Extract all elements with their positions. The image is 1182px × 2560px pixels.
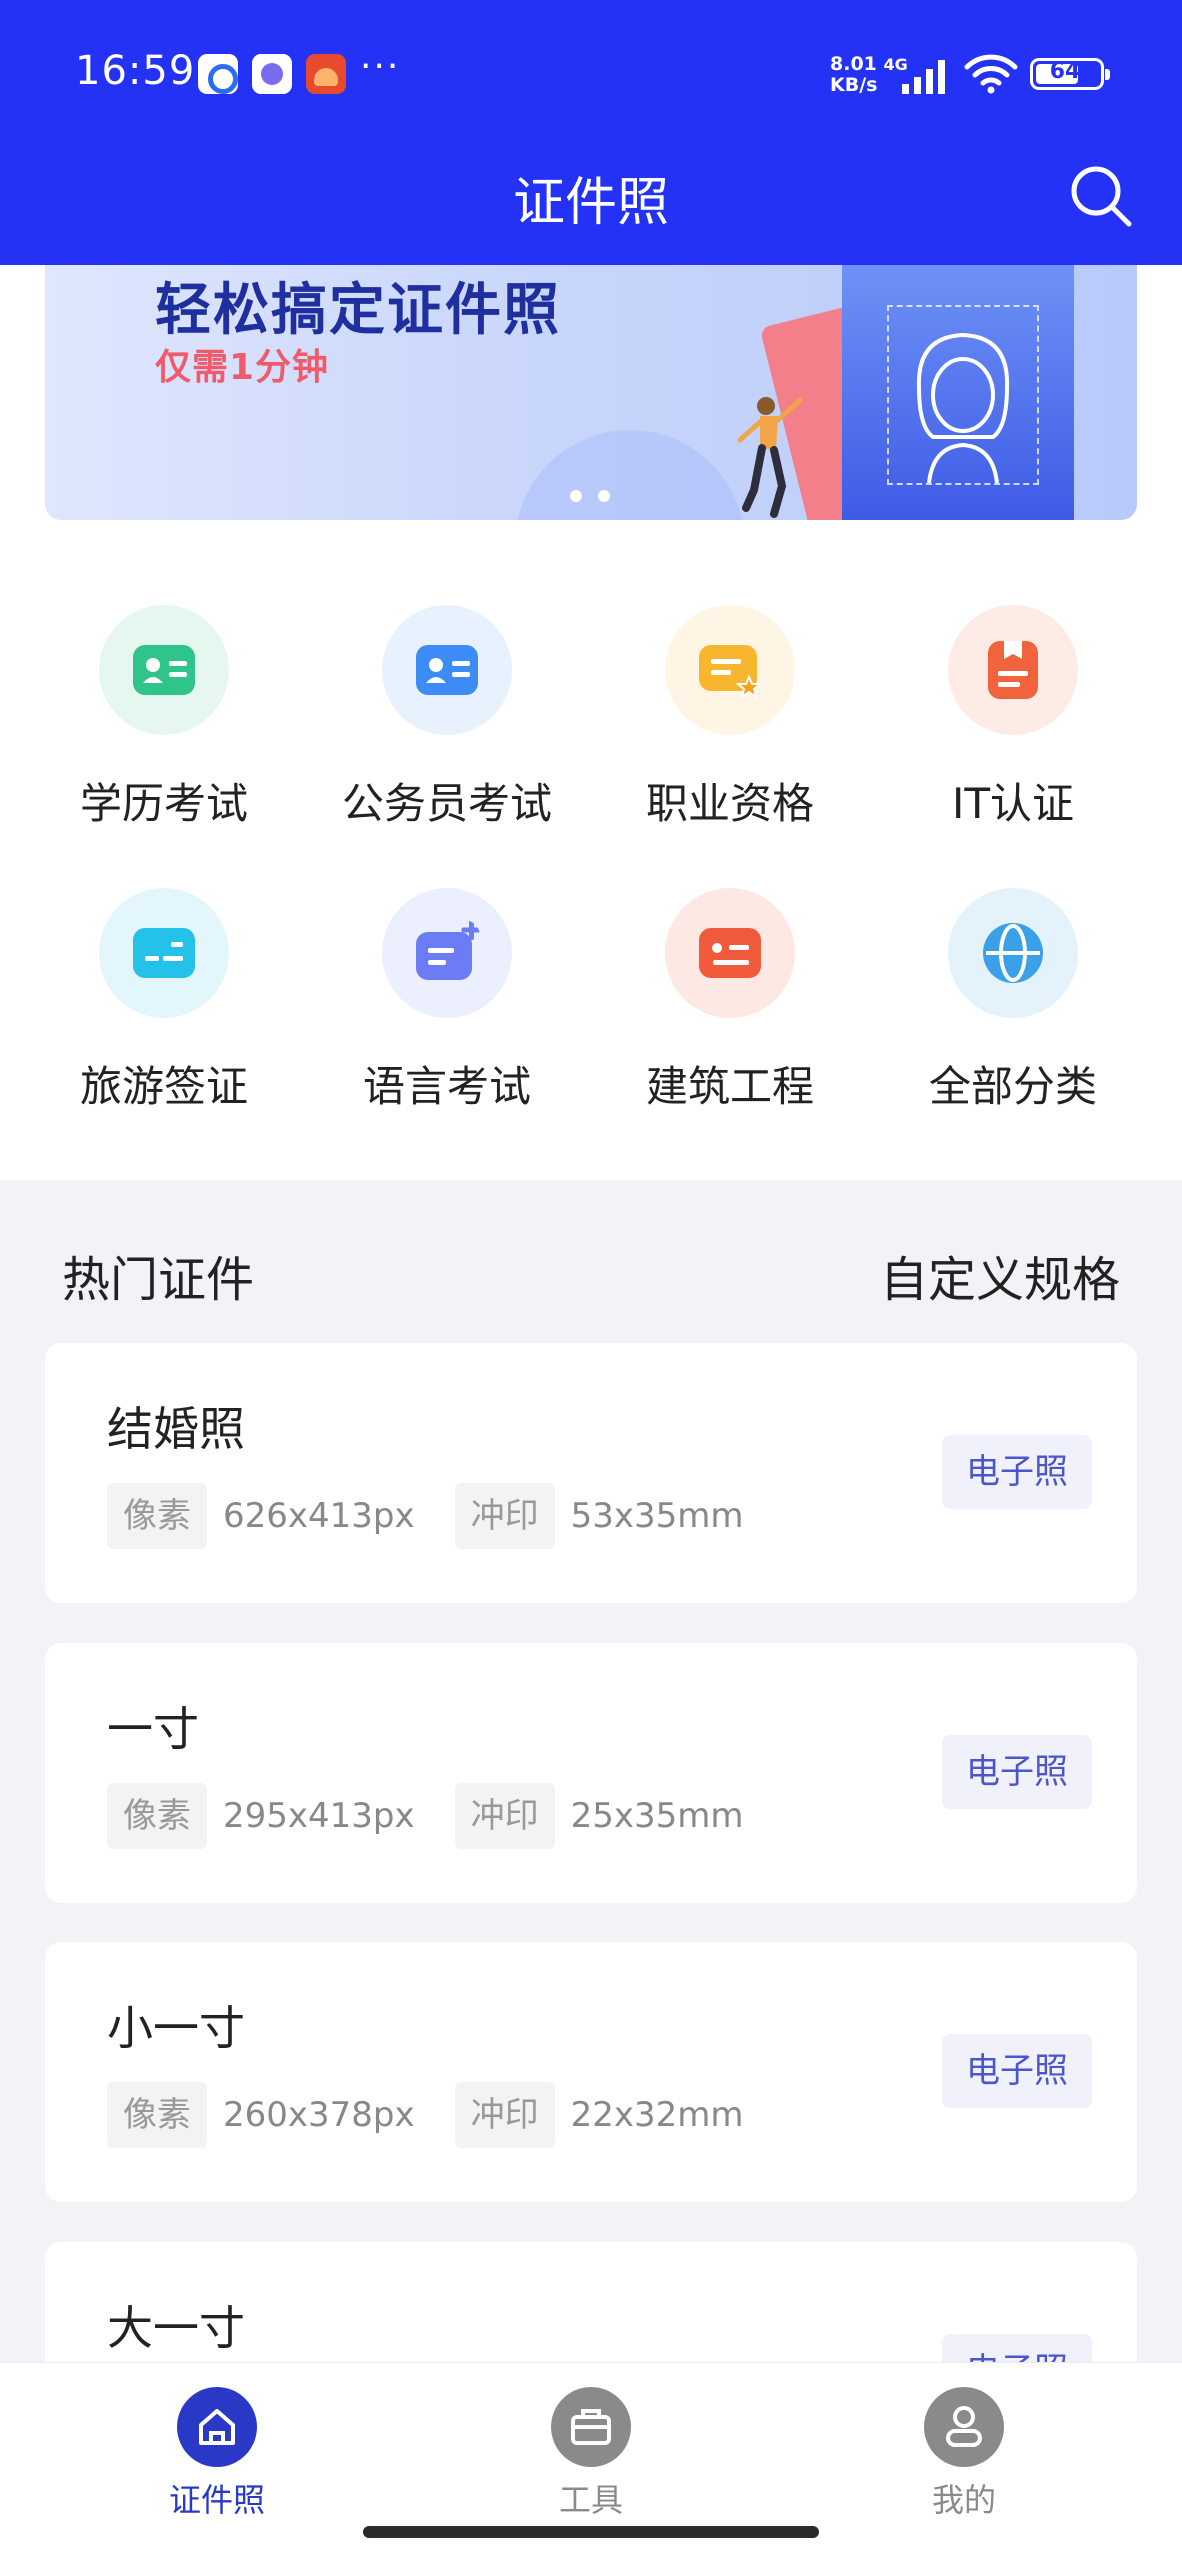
portrait-icon <box>916 332 1010 484</box>
category-item-civil-service[interactable]: 公务员考试 <box>322 605 572 845</box>
category-label: 公务员考试 <box>341 779 552 828</box>
status-bar: 16:59 ··· 8.01 4G KB/s 64 <box>0 0 1182 150</box>
banner-title: 轻松搞定证件照 <box>155 278 561 343</box>
spec-name: 小一寸 <box>107 2001 245 2055</box>
nav-item-mine[interactable]: 我的 <box>874 2377 1054 2527</box>
carousel-dot[interactable] <box>598 490 610 502</box>
status-time: 16:59 <box>75 48 196 94</box>
pixel-tag: 像素 <box>107 2082 207 2148</box>
digital-photo-button[interactable]: 电子照 <box>942 2034 1092 2108</box>
category-item-it-cert[interactable]: IT认证 <box>888 605 1138 845</box>
signal-icon <box>902 60 945 94</box>
id-card-icon <box>699 928 761 978</box>
banner-subtitle: 仅需1分钟 <box>155 347 330 388</box>
user-icon <box>946 2406 982 2447</box>
custom-size-button[interactable]: 自定义规格 <box>880 1240 1120 1310</box>
notification-app-icon <box>306 54 346 94</box>
notification-app-icon <box>198 54 238 94</box>
category-label: 建筑工程 <box>645 1062 814 1111</box>
spec-card[interactable]: 一寸 像素 295x413px 冲印 25x35mm 电子照 <box>45 1643 1137 1903</box>
digital-photo-button[interactable]: 电子照 <box>942 1435 1092 1509</box>
spec-details: 像素 295x413px 冲印 25x35mm <box>107 1783 784 1849</box>
category-item-professional[interactable]: 职业资格 <box>605 605 855 845</box>
category-label: 学历考试 <box>79 779 248 828</box>
category-label: 语言考试 <box>362 1062 531 1111</box>
nav-icon-bg <box>551 2387 631 2467</box>
id-card-icon <box>133 645 195 695</box>
category-label: 旅游签证 <box>79 1062 248 1111</box>
print-tag: 冲印 <box>454 2082 555 2148</box>
globe-icon <box>983 923 1043 983</box>
spec-card[interactable]: 小一寸 像素 260x378px 冲印 22x32mm 电子照 <box>45 1942 1137 2202</box>
spec-name: 一寸 <box>107 1702 199 1756</box>
category-item-language[interactable]: 语言考试 <box>322 888 572 1128</box>
print-value: 53x35mm <box>570 1496 744 1536</box>
pixel-tag: 像素 <box>107 1783 207 1849</box>
pixel-tag: 像素 <box>107 1483 207 1549</box>
print-tag: 冲印 <box>454 1483 555 1549</box>
battery-level: 64 <box>1049 59 1081 84</box>
nav-icon-bg <box>177 2387 257 2467</box>
home-indicator[interactable] <box>363 2526 819 2538</box>
nav-label: 证件照 <box>168 2481 265 2519</box>
category-item-construction[interactable]: 建筑工程 <box>605 888 855 1128</box>
spec-details: 像素 260x378px 冲印 22x32mm <box>107 2082 784 2148</box>
spec-name: 大一寸 <box>107 2301 245 2355</box>
category-label: 全部分类 <box>928 1062 1097 1111</box>
print-value: 25x35mm <box>570 1796 744 1836</box>
pixel-value: 626x413px <box>223 1496 415 1536</box>
banner-decoration <box>515 430 745 520</box>
print-value: 22x32mm <box>570 2095 744 2135</box>
carousel-dot[interactable] <box>570 490 582 502</box>
nav-item-id-photo[interactable]: 证件照 <box>127 2377 307 2527</box>
nav-label: 我的 <box>931 2481 996 2519</box>
spec-name: 结婚照 <box>107 1402 245 1456</box>
badge-doc-icon <box>988 641 1038 699</box>
category-label: IT认证 <box>951 779 1075 828</box>
spec-details: 像素 626x413px 冲印 53x35mm <box>107 1483 784 1549</box>
visa-card-icon <box>133 928 195 978</box>
network-speed: 8.01 4G KB/s <box>830 53 908 96</box>
category-label: 职业资格 <box>645 779 814 828</box>
top-section: 轻松搞定证件照 仅需1分钟 学历考试 公务员考试 职业资格 IT认证 旅游签证 … <box>0 265 1182 1180</box>
pixel-value: 260x378px <box>223 2095 415 2135</box>
digital-photo-button[interactable]: 电子照 <box>942 1735 1092 1809</box>
nav-label: 工具 <box>558 2481 623 2519</box>
certificate-star-icon <box>699 645 763 700</box>
banner-photo-card <box>842 265 1074 520</box>
hot-section-header: 热门证件 自定义规格 <box>0 1240 1182 1320</box>
card-plus-icon <box>416 920 480 980</box>
jumping-person-illustration <box>737 397 803 518</box>
toolbox-icon <box>571 2409 611 2445</box>
more-notifications-icon: ··· <box>360 46 401 87</box>
id-card-icon <box>416 645 478 695</box>
pixel-value: 295x413px <box>223 1796 415 1836</box>
page-title: 证件照 <box>512 173 669 233</box>
header: 16:59 ··· 8.01 4G KB/s 64 证件照 <box>0 0 1182 265</box>
category-item-travel-visa[interactable]: 旅游签证 <box>39 888 289 1128</box>
category-item-education[interactable]: 学历考试 <box>39 605 289 845</box>
notification-app-icon <box>252 54 292 94</box>
photo-frame <box>887 305 1039 485</box>
promo-banner[interactable]: 轻松搞定证件照 仅需1分钟 <box>45 265 1137 520</box>
nav-icon-bg <box>924 2387 1004 2467</box>
category-item-all[interactable]: 全部分类 <box>888 888 1138 1128</box>
home-icon <box>199 2409 235 2445</box>
print-tag: 冲印 <box>454 1783 555 1849</box>
search-icon[interactable] <box>1065 160 1137 232</box>
wifi-icon <box>964 54 1018 94</box>
section-title: 热门证件 <box>62 1252 255 1308</box>
spec-card[interactable]: 结婚照 像素 626x413px 冲印 53x35mm 电子照 <box>45 1343 1137 1603</box>
nav-item-tools[interactable]: 工具 <box>501 2377 681 2527</box>
